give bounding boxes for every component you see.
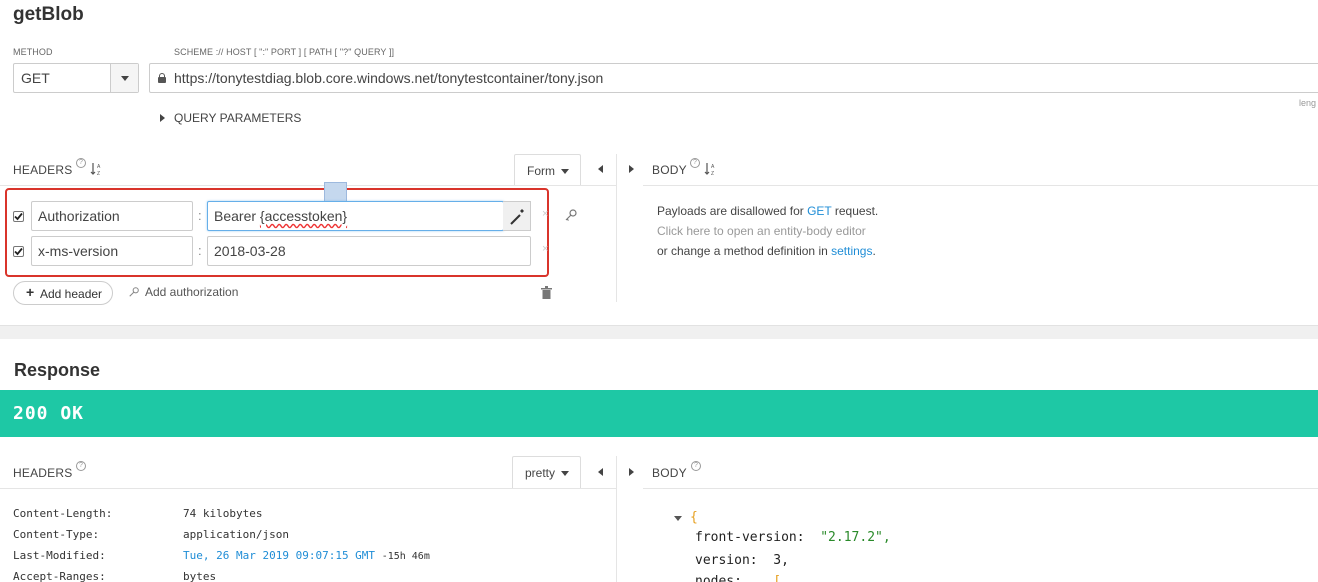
json-line: version: 3, — [695, 553, 789, 568]
response-header-value: application/json — [183, 528, 289, 541]
add-header-button[interactable]: + Add header — [13, 281, 113, 305]
url-value: https://tonytestdiag.blob.core.windows.n… — [174, 70, 604, 86]
header-enabled-checkbox[interactable] — [13, 211, 24, 222]
sort-alpha-icon[interactable]: AZ — [704, 162, 718, 177]
body-msg-method: GET — [807, 204, 832, 218]
chevron-down-icon — [561, 471, 569, 476]
key-icon — [129, 287, 139, 297]
remove-header-icon[interactable]: × — [542, 243, 548, 255]
header-name-input[interactable]: x-ms-version — [31, 236, 193, 266]
response-headers-mode-dropdown[interactable]: pretty — [512, 456, 581, 488]
chevron-down-icon — [121, 76, 129, 81]
svg-text:Z: Z — [97, 171, 100, 176]
body-msg-line3: or change a method definition in — [657, 244, 832, 258]
collapse-left-icon[interactable] — [598, 468, 603, 476]
json-open-brace: { — [690, 510, 698, 525]
response-title: Response — [14, 360, 101, 380]
body-message: Payloads are disallowed for GET request.… — [657, 201, 878, 261]
body-label: BODY — [652, 163, 687, 177]
header-enabled-checkbox[interactable] — [13, 246, 24, 257]
svg-text:A: A — [97, 164, 101, 170]
collapse-left-icon[interactable] — [598, 165, 603, 173]
help-icon[interactable]: ? — [691, 461, 701, 471]
add-authorization-label: Add authorization — [145, 285, 239, 299]
response-headers-divider — [0, 488, 616, 489]
header-name-input[interactable]: Authorization — [31, 201, 193, 231]
remove-header-icon[interactable]: × — [542, 208, 548, 220]
response-vertical-divider — [616, 456, 617, 582]
header-separator: : — [198, 208, 202, 223]
magic-wand-icon — [510, 209, 524, 225]
url-input[interactable]: https://tonytestdiag.blob.core.windows.n… — [149, 63, 1318, 93]
response-header-value: bytes — [183, 570, 217, 582]
headers-divider — [0, 185, 616, 186]
key-icon[interactable] — [564, 208, 578, 222]
collapse-right-icon[interactable] — [629, 468, 634, 476]
open-entity-editor-link[interactable]: Click here to open an entity-body editor — [657, 221, 878, 241]
url-label: SCHEME :// HOST [ ":" PORT ] [ PATH [ "?… — [174, 47, 395, 57]
json-key: front-version: — [695, 530, 805, 545]
section-separator — [0, 325, 1318, 339]
help-icon[interactable]: ? — [690, 158, 700, 168]
svg-text:A: A — [711, 164, 715, 170]
body-msg-line1: Payloads are disallowed for — [657, 204, 808, 218]
response-header-value: Tue, 26 Mar 2019 09:07:15 GMT -15h 46m — [183, 549, 430, 562]
header-value-input[interactable]: Bearer {accesstoken} — [207, 201, 504, 231]
sort-alpha-icon[interactable]: AZ — [90, 162, 104, 177]
method-dropdown-button[interactable] — [110, 64, 138, 92]
header-value-token: {accesstoken} — [259, 208, 348, 224]
method-select[interactable]: GET — [13, 63, 139, 93]
json-line: nodes: [ — [695, 574, 781, 582]
query-parameters-label: QUERY PARAMETERS — [174, 111, 302, 125]
lock-icon — [158, 73, 166, 83]
chevron-right-icon — [160, 114, 165, 122]
json-key: nodes: — [695, 574, 742, 582]
drag-handle-icon[interactable] — [324, 182, 347, 202]
collapse-right-icon[interactable] — [629, 165, 634, 173]
status-text: 200 OK — [13, 403, 85, 424]
response-header-value: 74 kilobytes — [183, 507, 263, 520]
json-value: [ — [773, 574, 782, 582]
section-vertical-divider — [616, 154, 617, 302]
trash-icon[interactable] — [541, 286, 552, 299]
response-body-label: BODY — [652, 466, 687, 480]
add-header-label: Add header — [40, 287, 103, 301]
last-modified-link[interactable]: Tue, 26 Mar 2019 09:07:15 GMT — [183, 549, 375, 562]
response-header-name: Content-Length: — [13, 507, 113, 520]
response-header-name: Last-Modified: — [13, 549, 106, 562]
help-icon[interactable]: ? — [76, 158, 86, 168]
response-headers-mode-value: pretty — [525, 466, 556, 480]
settings-link[interactable]: settings — [831, 244, 872, 258]
request-title: getBlob — [13, 4, 84, 25]
headers-mode-value: Form — [527, 164, 555, 178]
body-divider — [643, 185, 1318, 186]
body-msg-line1-suffix: request. — [831, 204, 879, 218]
response-header-name: Accept-Ranges: — [13, 570, 106, 582]
json-line: front-version: "2.17.2", — [695, 530, 891, 545]
length-hint: leng — [1299, 98, 1317, 108]
json-value: "2.17.2", — [820, 530, 891, 545]
help-icon[interactable]: ? — [76, 461, 86, 471]
svg-text:Z: Z — [711, 171, 714, 176]
headers-mode-dropdown[interactable]: Form — [514, 154, 581, 186]
response-body-divider — [643, 488, 1318, 489]
response-header-name: Content-Type: — [13, 528, 100, 541]
collapse-json-icon[interactable] — [674, 516, 682, 521]
body-msg-line3-suffix: . — [872, 244, 876, 258]
json-value: 3, — [773, 553, 789, 568]
header-separator: : — [198, 243, 202, 258]
status-bar: 200 OK — [0, 390, 1318, 437]
method-label: METHOD — [13, 47, 53, 57]
headers-label: HEADERS — [13, 163, 73, 177]
json-key: version: — [695, 553, 758, 568]
last-modified-relative: -15h 46m — [381, 551, 430, 562]
magic-wand-button[interactable] — [503, 201, 531, 231]
header-value-input[interactable]: 2018-03-28 — [207, 236, 531, 266]
method-value: GET — [21, 70, 50, 86]
chevron-down-icon — [561, 169, 569, 174]
header-value-prefix: Bearer — [214, 208, 260, 224]
json-brace: { — [690, 510, 698, 525]
response-headers-label: HEADERS — [13, 466, 73, 480]
plus-icon: + — [26, 284, 35, 300]
